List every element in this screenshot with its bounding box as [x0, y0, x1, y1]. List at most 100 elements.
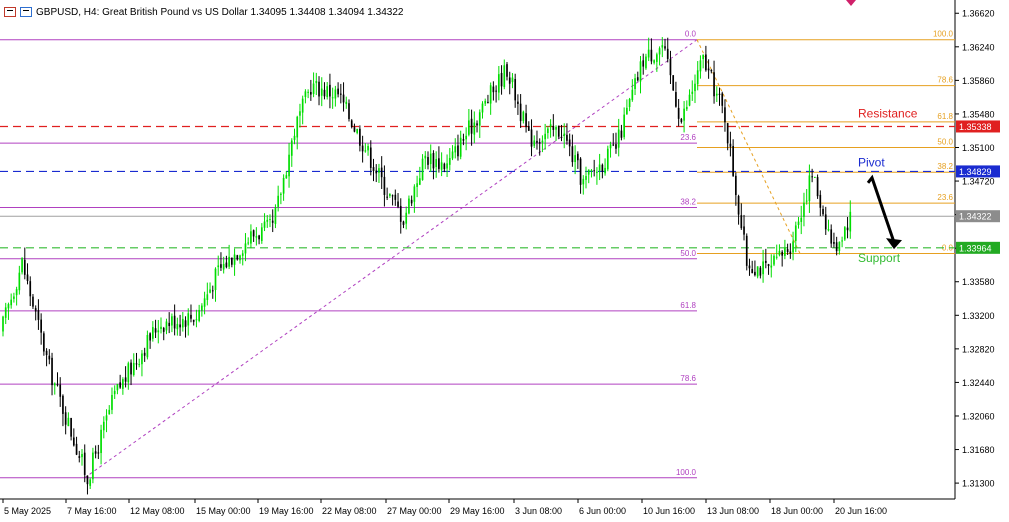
candle-body — [457, 145, 459, 157]
candle-body — [201, 305, 203, 311]
candle-body — [517, 101, 519, 104]
candle-body — [116, 383, 119, 391]
y-tick-label: 1.33200 — [962, 311, 995, 321]
candle-body — [699, 60, 702, 72]
candle-body — [271, 220, 274, 223]
pivot-annotation[interactable]: Pivot — [858, 155, 885, 169]
time-marker-icon[interactable] — [846, 0, 856, 6]
candle-body — [636, 77, 639, 81]
candle-body — [375, 170, 378, 174]
candle-body — [468, 120, 470, 135]
candle-body — [397, 201, 399, 207]
resistance-price-tag-text: 1.35338 — [959, 122, 992, 132]
x-tick-label: 20 Jun 16:00 — [835, 506, 887, 516]
candle-body — [124, 377, 127, 382]
candle-body — [288, 154, 290, 177]
candle-body — [740, 215, 743, 229]
candle-body — [359, 128, 361, 146]
candle-body — [688, 94, 691, 106]
candle-body — [233, 254, 236, 265]
candle-body — [773, 255, 775, 265]
candle-body — [582, 178, 585, 185]
candle-body — [280, 193, 282, 195]
y-tick-label: 1.32060 — [962, 411, 995, 421]
candle-body — [146, 334, 149, 358]
candle-body — [805, 200, 808, 202]
candle-body — [399, 205, 402, 222]
candle-body — [726, 123, 729, 144]
fib-retracement-label: 78.6 — [680, 374, 696, 383]
candle-body — [707, 68, 710, 71]
candle-body — [587, 169, 590, 175]
x-tick-label: 27 May 00:00 — [387, 506, 442, 516]
candle-body — [735, 175, 737, 196]
price-chart[interactable]: 1.36620 1.36240 1.35860 1.35480 1.35100 1.347… — [0, 0, 1009, 522]
candle-body — [206, 294, 209, 300]
candle-body — [285, 175, 288, 179]
candle-body — [830, 229, 833, 244]
candle-body — [228, 256, 230, 267]
candle-body — [459, 137, 462, 157]
candle-body — [290, 140, 293, 156]
candle-body — [713, 72, 715, 97]
candle-body — [171, 316, 173, 326]
candle-body — [260, 227, 263, 241]
candle-body — [241, 253, 244, 256]
candle-body — [724, 107, 726, 123]
candle-body — [656, 54, 658, 62]
fib-expansion-label: 50.0 — [937, 137, 953, 146]
resistance-annotation[interactable]: Resistance — [858, 106, 918, 120]
candle-body — [111, 394, 113, 410]
candle-body — [497, 74, 500, 93]
x-tick-label: 12 May 08:00 — [130, 506, 185, 516]
support-annotation[interactable]: Support — [858, 251, 901, 265]
candle-body — [94, 451, 97, 454]
candle-body — [427, 157, 429, 165]
candle-body — [443, 163, 446, 170]
candle-body — [23, 259, 26, 275]
candle-body — [81, 454, 83, 458]
candle-body — [421, 158, 424, 180]
candle-body — [822, 208, 824, 215]
candle-body — [402, 221, 405, 225]
x-tick-label: 13 Jun 08:00 — [707, 506, 759, 516]
candle-body — [62, 395, 64, 414]
candle-body — [544, 133, 546, 140]
candle-body — [440, 162, 443, 170]
candle-body — [470, 118, 473, 134]
candle-body — [759, 267, 762, 276]
candle-body — [48, 355, 51, 360]
candle-body — [310, 92, 312, 95]
fib-expansion-trendline[interactable] — [696, 39, 801, 254]
candle-body — [105, 415, 108, 421]
candle-body — [59, 384, 62, 397]
candle-body — [331, 97, 334, 99]
candle-body — [762, 261, 764, 275]
x-tick-label: 18 Jun 00:00 — [771, 506, 823, 516]
candle-body — [745, 235, 748, 266]
candle-body — [571, 146, 574, 163]
candle-body — [590, 170, 593, 172]
candle-body — [214, 268, 217, 291]
candle-body — [184, 320, 187, 327]
candle-body — [579, 158, 582, 185]
candle-body — [307, 91, 309, 93]
candle-body — [585, 176, 587, 180]
candle-body — [506, 64, 508, 77]
candle-body — [192, 319, 195, 322]
candle-body — [435, 159, 438, 167]
candle-body — [2, 316, 4, 332]
candle-body — [797, 221, 800, 225]
candle-body — [45, 350, 48, 356]
candle-body — [391, 195, 394, 197]
projection-arrow[interactable] — [866, 174, 896, 243]
candle-body — [650, 49, 653, 62]
candle-body — [18, 272, 21, 291]
candle-body — [495, 90, 497, 92]
candle-body — [329, 84, 331, 97]
candle-body — [705, 54, 707, 71]
candle-body — [767, 264, 770, 266]
fib-expansion-label: 23.6 — [937, 193, 953, 202]
x-tick-label: 22 May 08:00 — [322, 506, 377, 516]
candle-body — [416, 183, 418, 187]
